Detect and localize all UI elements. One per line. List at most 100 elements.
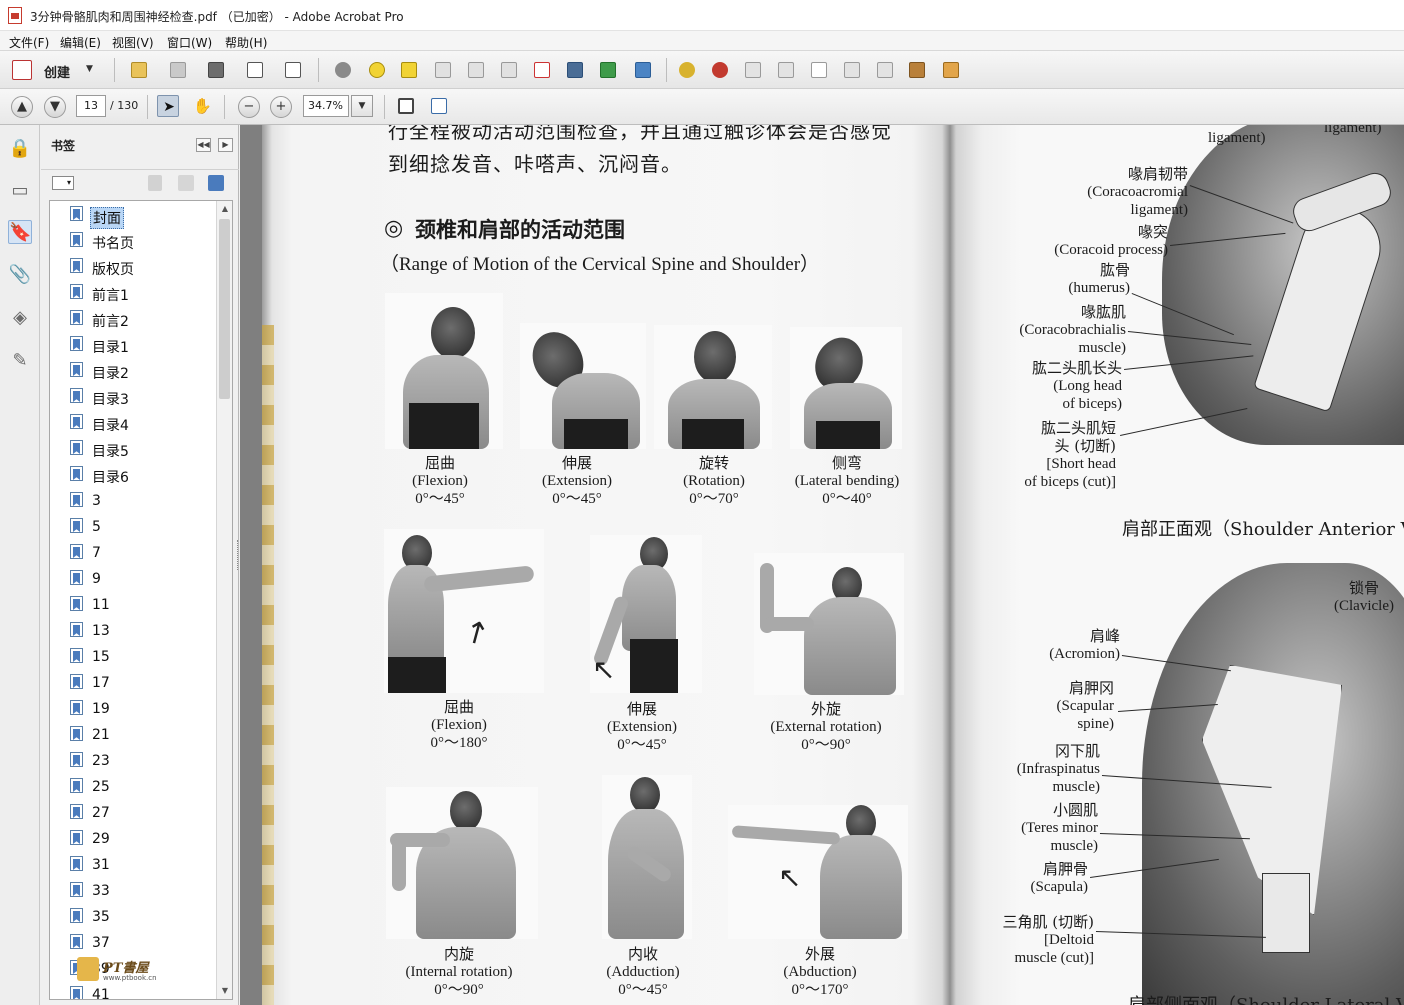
signatures-icon[interactable]: ✎: [8, 349, 32, 373]
layers-icon[interactable]: ◈: [8, 306, 32, 330]
bookmark-item[interactable]: 15: [60, 645, 210, 669]
bookmark-item[interactable]: 37: [60, 931, 210, 955]
tool-button-3[interactable]: [498, 59, 520, 81]
curved-arrow-icon: ↗: [456, 611, 497, 654]
bookmarks-icon[interactable]: 🔖: [8, 220, 32, 244]
collapse-panel-button[interactable]: ◀◀: [196, 138, 211, 152]
bookmarks-scrollbar[interactable]: ▲ ▼: [216, 201, 232, 999]
menu-window[interactable]: 窗口(W): [167, 34, 212, 51]
tool-button-12[interactable]: [808, 59, 830, 81]
bookmark-item[interactable]: 目录2: [60, 359, 210, 383]
bookmark-item[interactable]: 21: [60, 723, 210, 747]
tool-button-11[interactable]: [775, 59, 797, 81]
select-tool-button[interactable]: ➤: [157, 95, 179, 117]
new-bookmark-icon[interactable]: [178, 175, 194, 191]
bookmark-item[interactable]: 33: [60, 879, 210, 903]
caption-shoulder-abduction: 外展 (Abduction) 0°～170°: [783, 945, 857, 998]
menu-file[interactable]: 文件(F): [9, 34, 49, 51]
email-button[interactable]: [282, 59, 304, 81]
menu-view[interactable]: 视图(V): [112, 34, 154, 51]
bookmark-item[interactable]: 目录6: [60, 463, 210, 487]
next-page-button[interactable]: ▼: [44, 96, 66, 118]
attachments-paperclip-icon[interactable]: 📎: [8, 263, 32, 287]
bookmark-item[interactable]: 17: [60, 671, 210, 695]
highlight-button[interactable]: [398, 59, 420, 81]
tool-button-14[interactable]: [874, 59, 896, 81]
bookmark-item[interactable]: 目录5: [60, 437, 210, 461]
tool-button-15[interactable]: [906, 59, 928, 81]
scroll-up-arrow-icon[interactable]: ▲: [217, 201, 232, 217]
bookmark-item[interactable]: 31: [60, 853, 210, 877]
photo-neck-flexion: [385, 293, 503, 449]
bookmark-item[interactable]: 前言1: [60, 281, 210, 305]
delete-bookmark-icon[interactable]: [148, 175, 162, 191]
zoom-out-button[interactable]: −: [238, 96, 260, 118]
zoom-level-input[interactable]: 34.7%: [303, 95, 349, 117]
bookmark-item[interactable]: 书名页: [60, 229, 210, 253]
body-text-line: 到细捻发音、咔嗒声、沉闷音。: [388, 152, 682, 176]
bookmark-item[interactable]: 9: [60, 567, 210, 591]
deltoid-cut-drawing: [1262, 873, 1310, 953]
bookmark-item[interactable]: 29: [60, 827, 210, 851]
open-button[interactable]: [128, 59, 150, 81]
bookmark-item[interactable]: 35: [60, 905, 210, 929]
tool-button-6[interactable]: [597, 59, 619, 81]
tool-button-8[interactable]: [676, 59, 698, 81]
tool-button-16[interactable]: [940, 59, 962, 81]
tool-button-10[interactable]: [742, 59, 764, 81]
bookmark-item[interactable]: 19: [60, 697, 210, 721]
bookmark-item[interactable]: 目录3: [60, 385, 210, 409]
bookmarks-tools: ▾: [41, 169, 239, 195]
previous-page-button[interactable]: ▲: [11, 96, 33, 118]
page-thumbnails-icon[interactable]: ▭: [8, 179, 32, 203]
bookmark-options-button[interactable]: ▾: [52, 176, 74, 190]
page-total-label: / 130: [110, 99, 139, 112]
folder-open-icon: [131, 62, 147, 78]
bookmark-item[interactable]: 前言2: [60, 307, 210, 331]
fit-width-button[interactable]: [428, 95, 450, 117]
photo-neck-extension: [520, 323, 646, 449]
fit-page-button[interactable]: [395, 95, 417, 117]
tool-button-13[interactable]: [841, 59, 863, 81]
zoom-in-button[interactable]: +: [270, 96, 292, 118]
tool-button-5[interactable]: [564, 59, 586, 81]
tool-button-1[interactable]: [432, 59, 454, 81]
tool-button-9[interactable]: [709, 59, 731, 81]
comment-button[interactable]: [366, 59, 388, 81]
bookmark-item[interactable]: 目录4: [60, 411, 210, 435]
bookmark-item[interactable]: 27: [60, 801, 210, 825]
arrow-up-icon: ▲: [17, 99, 27, 114]
document-view[interactable]: 行全程被动活动范围检查，并且通过触诊体会是否感觉 到细捻发音、咔嗒声、沉闷音。 …: [240, 125, 1404, 1005]
scroll-down-arrow-icon[interactable]: ▼: [217, 983, 232, 999]
tool-button-7[interactable]: [632, 59, 654, 81]
envelope-icon: [285, 62, 301, 78]
hand-tool-button[interactable]: ✋: [190, 95, 212, 117]
panel-options-button[interactable]: ▶: [218, 138, 233, 152]
caption-shoulder-flexion: 屈曲 (Flexion) 0°～180°: [430, 698, 488, 751]
bookmark-item[interactable]: 目录1: [60, 333, 210, 357]
bookmark-item[interactable]: 11: [60, 593, 210, 617]
edit-button[interactable]: [244, 59, 266, 81]
bookmark-item[interactable]: 23: [60, 749, 210, 773]
bookmark-page-icon: [70, 934, 83, 949]
bookmark-item[interactable]: 13: [60, 619, 210, 643]
bookmark-item[interactable]: 版权页: [60, 255, 210, 279]
bookmark-item[interactable]: 25: [60, 775, 210, 799]
zoom-dropdown-button[interactable]: ▼: [351, 95, 373, 117]
bookmark-item[interactable]: 7: [60, 541, 210, 565]
scrollbar-thumb[interactable]: [219, 219, 230, 399]
create-button[interactable]: 创建 ▼: [10, 58, 102, 82]
bookmark-item[interactable]: 3: [60, 489, 210, 513]
print-button[interactable]: [205, 59, 227, 81]
bookmark-item[interactable]: 封面: [60, 203, 210, 229]
settings-button[interactable]: [332, 59, 354, 81]
tool-button-2[interactable]: [465, 59, 487, 81]
tool-button-4[interactable]: [531, 59, 553, 81]
page-number-input[interactable]: 13: [76, 95, 106, 117]
expand-bookmark-icon[interactable]: [208, 175, 224, 191]
security-lock-icon[interactable]: 🔒: [8, 137, 32, 161]
bookmark-item[interactable]: 5: [60, 515, 210, 539]
save-button[interactable]: [167, 59, 189, 81]
menu-edit[interactable]: 编辑(E): [60, 34, 101, 51]
menu-help[interactable]: 帮助(H): [225, 34, 267, 51]
